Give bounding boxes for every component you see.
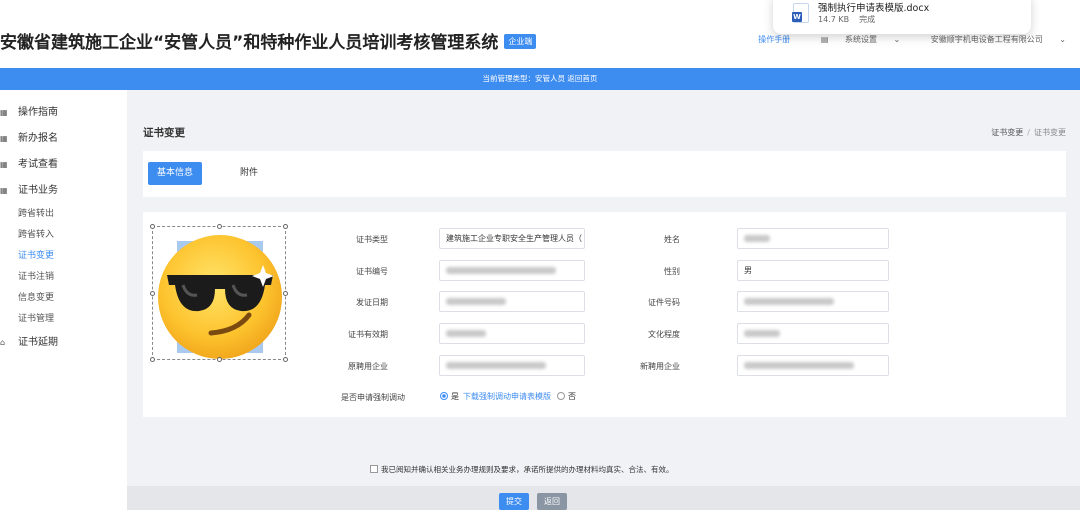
back-button[interactable]: 返回 <box>537 493 567 510</box>
sidebar: ▦ 操作指南 ▦ 新办报名 ▦ 考试查看 ▦ 证书业务 跨省转出 跨省转入 证书变更 证… <box>0 90 127 510</box>
grid-icon: ▦ <box>0 134 8 143</box>
sunglasses-emoji-icon <box>158 235 282 359</box>
management-type-banner[interactable]: 当前管理类型：安管人员 返回首页 <box>0 68 1080 90</box>
resize-handle[interactable] <box>150 224 155 229</box>
resize-handle[interactable] <box>283 224 288 229</box>
download-status: 完成 <box>859 15 876 24</box>
issue-date-label: 发证日期 <box>356 298 388 307</box>
agreement-checkbox[interactable] <box>370 465 378 473</box>
role-badge: 企业端 <box>504 33 537 49</box>
top-links: 操作手册 ▤ 系统设置 ⌄ 安徽顺宇机电设备工程有限公司 ⌄ <box>744 34 1066 45</box>
download-popup[interactable]: W 强制执行申请表模版.docx 14.7 KB 完成 <box>773 0 1031 34</box>
forced-transfer-label: 是否申请强制调动 <box>341 393 405 402</box>
home-icon: ⌂ <box>0 338 6 347</box>
resize-handle[interactable] <box>283 291 288 296</box>
sidebar-item-guide[interactable]: ▦ 操作指南 <box>0 103 58 118</box>
system-title: 安徽省建筑施工企业“安管人员”和特种作业人员培训考核管理系统 企业端 <box>0 28 537 53</box>
download-meta: 14.7 KB 完成 <box>818 14 885 25</box>
education-field[interactable] <box>737 323 889 344</box>
resize-handle[interactable] <box>283 357 288 362</box>
sidebar-subitem-cert-cancel[interactable]: 证书注销 <box>18 269 54 282</box>
old-employer-label: 原聘用企业 <box>348 362 388 371</box>
sidebar-item-exam-view[interactable]: ▦ 考试查看 <box>0 155 58 170</box>
new-employer-field[interactable] <box>737 355 889 376</box>
education-label: 文化程度 <box>648 330 680 339</box>
id-no-label: 证件号码 <box>648 298 680 307</box>
photo-upload[interactable] <box>150 224 288 362</box>
resize-handle[interactable] <box>217 357 222 362</box>
cert-no-label: 证书编号 <box>356 267 388 276</box>
resize-handle[interactable] <box>217 224 222 229</box>
breadcrumb: 证书变更 / 证书变更 <box>991 128 1066 137</box>
gender-field[interactable]: 男 <box>737 260 889 281</box>
gender-label: 性别 <box>664 267 680 276</box>
download-file-size: 14.7 KB <box>818 15 850 24</box>
form-card: 证书类型 建筑施工企业专职安全生产管理人员（ 证书编号 发证日期 证书有效期 原… <box>143 212 1066 417</box>
sidebar-subitem-transfer-in[interactable]: 跨省转入 <box>18 227 54 240</box>
system-title-text: 安徽省建筑施工企业“安管人员”和特种作业人员培训考核管理系统 <box>0 33 499 53</box>
radio-no[interactable] <box>557 391 565 400</box>
company-name: 安徽顺宇机电设备工程有限公司 <box>930 35 1043 44</box>
download-file-name[interactable]: 强制执行申请表模版.docx <box>818 0 929 14</box>
grid-icon: ▦ <box>0 160 8 169</box>
download-template-link[interactable]: 下载强制调动申请表模版 <box>463 392 551 401</box>
tabs-card: 基本信息 附件 <box>143 151 1066 197</box>
footer-bar <box>127 486 1080 510</box>
word-doc-icon: W <box>792 3 809 23</box>
system-settings-menu[interactable]: ▤ 系统设置 ⌄ <box>807 35 900 44</box>
chevron-down-icon: ⌄ <box>890 35 901 44</box>
sidebar-subitem-transfer-out[interactable]: 跨省转出 <box>18 206 54 219</box>
help-manual-link[interactable]: 操作手册 <box>758 35 790 44</box>
tab-attachments[interactable]: 附件 <box>240 162 258 185</box>
cert-type-label: 证书类型 <box>356 235 388 244</box>
breadcrumb-item[interactable]: 证书变更 <box>991 128 1023 137</box>
radio-yes[interactable] <box>440 391 448 400</box>
cert-no-field[interactable] <box>439 260 585 281</box>
agreement-text[interactable]: 我已阅知并确认相关业务办理规则及要求，承诺所提供的办理材料均真实、合法、有效。 <box>381 465 674 474</box>
id-no-field[interactable] <box>737 291 889 312</box>
company-menu[interactable]: 安徽顺宇机电设备工程有限公司 ⌄ <box>917 35 1066 44</box>
grid-icon: ▦ <box>0 108 8 117</box>
tab-basic-info[interactable]: 基本信息 <box>148 162 202 185</box>
forced-transfer-radio-group: 是下载强制调动申请表模版 否 <box>440 391 576 402</box>
chevron-down-icon: ⌄ <box>1056 35 1066 44</box>
sidebar-item-new-registration[interactable]: ▦ 新办报名 <box>0 129 58 144</box>
valid-until-label: 证书有效期 <box>348 330 388 339</box>
settings-icon: ▤ <box>820 35 831 44</box>
submit-button[interactable]: 提交 <box>499 493 529 510</box>
valid-until-field[interactable] <box>439 323 585 344</box>
breadcrumb-current: 证书变更 <box>1034 128 1066 137</box>
old-employer-field[interactable] <box>439 355 585 376</box>
sidebar-subitem-info-change[interactable]: 信息变更 <box>18 290 54 303</box>
sidebar-subitem-cert-change[interactable]: 证书变更 <box>18 248 54 261</box>
agreement-checkbox-row[interactable]: 我已阅知并确认相关业务办理规则及要求，承诺所提供的办理材料均真实、合法、有效。 <box>370 464 674 475</box>
sidebar-item-cert-extension[interactable]: ⌂ 证书延期 <box>0 333 58 348</box>
resize-handle[interactable] <box>150 291 155 296</box>
cert-type-field[interactable]: 建筑施工企业专职安全生产管理人员（ <box>439 228 585 249</box>
sidebar-item-cert-business[interactable]: ▦ 证书业务 <box>0 181 58 196</box>
radio-yes-label[interactable]: 是 <box>451 392 459 401</box>
name-field[interactable] <box>737 228 889 249</box>
new-employer-label: 新聘用企业 <box>640 362 680 371</box>
issue-date-field[interactable] <box>439 291 585 312</box>
resize-handle[interactable] <box>150 357 155 362</box>
page-title: 证书变更 <box>143 127 185 139</box>
settings-label: 系统设置 <box>844 35 877 44</box>
radio-no-label[interactable]: 否 <box>568 392 576 401</box>
sidebar-subitem-cert-manage[interactable]: 证书管理 <box>18 311 54 324</box>
name-label: 姓名 <box>664 235 680 244</box>
grid-icon: ▦ <box>0 186 8 195</box>
